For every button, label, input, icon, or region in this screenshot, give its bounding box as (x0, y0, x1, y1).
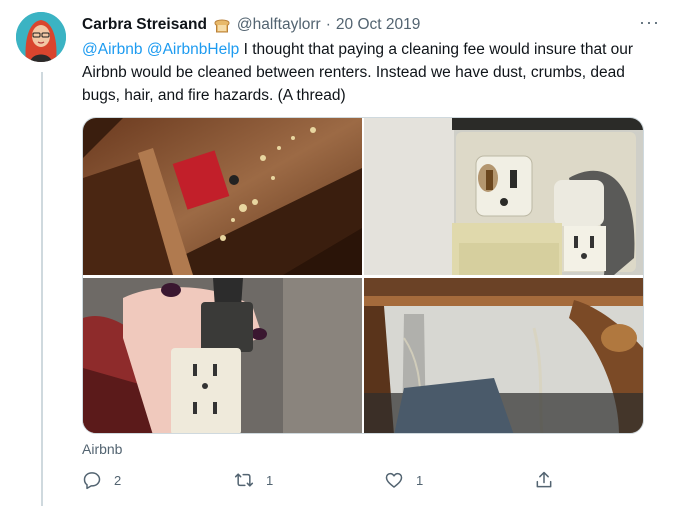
tweet-header: Carbra Streisand @halftaylorr · 20 Oct 2… (82, 12, 660, 36)
media-grid (82, 117, 644, 434)
more-options-button[interactable]: ··· (639, 12, 660, 33)
mention-airbnb[interactable]: @Airbnb (82, 41, 143, 58)
share-icon (536, 471, 552, 488)
tweet-text: @Airbnb @AirbnbHelp I thought that payin… (82, 38, 667, 107)
avatar[interactable] (16, 12, 66, 62)
dusty-table-underside-photo[interactable] (364, 278, 643, 433)
dirty-wood-surface-photo[interactable] (83, 118, 362, 275)
retweet-button[interactable]: 1 (234, 470, 273, 490)
retweet-icon (234, 473, 254, 487)
like-button[interactable]: 1 (384, 470, 423, 490)
mention-airbnbhelp[interactable]: @AirbnbHelp (147, 41, 239, 58)
tweet-actions: 2 1 1 (82, 470, 557, 494)
thread-connector-line (41, 72, 43, 506)
separator-dot: · (325, 16, 331, 33)
avatar-illustration (16, 12, 66, 62)
tweet-date[interactable]: 20 Oct 2019 (336, 16, 420, 34)
heart-icon (385, 472, 403, 488)
damaged-plug-in-hand-photo[interactable] (83, 278, 362, 433)
user-handle[interactable]: @halftaylorr (237, 16, 321, 34)
card-source-label[interactable]: Airbnb (82, 441, 122, 457)
reply-icon (83, 472, 101, 490)
bread-emoji-icon (213, 17, 231, 33)
burnt-wall-outlet-photo[interactable] (364, 118, 643, 275)
share-button[interactable] (534, 470, 554, 490)
retweet-count: 1 (266, 472, 274, 488)
like-count: 1 (416, 472, 424, 488)
reply-count: 2 (114, 472, 122, 488)
display-name[interactable]: Carbra Streisand (82, 16, 207, 34)
reply-button[interactable]: 2 (82, 470, 121, 490)
